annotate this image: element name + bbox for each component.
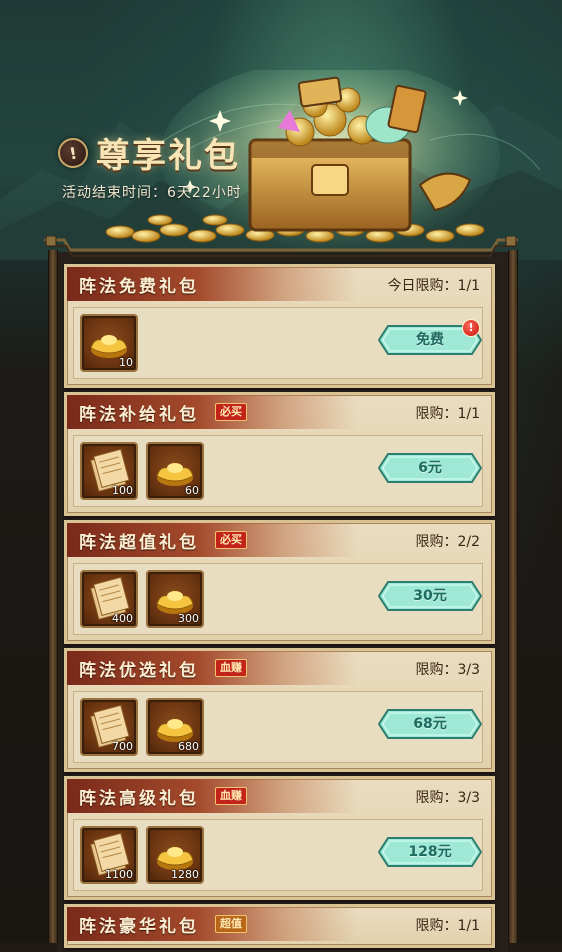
- package-name: 阵法补给礼包: [79, 405, 199, 425]
- package-card: 阵法补给礼包 必买 限购：1/1 100 60 6元: [64, 392, 495, 516]
- package-rewards: 100 60 6元: [73, 435, 483, 507]
- package-card: 阵法高级礼包 血赚 限购：3/3 1100 1280 128元: [64, 776, 495, 900]
- package-header: 阵法优选礼包 血赚 限购：3/3: [67, 651, 492, 685]
- package-rewards: 1100 1280 128元: [73, 819, 483, 891]
- package-tag: 必买: [215, 403, 247, 421]
- frame-right-border: [508, 250, 518, 943]
- buy-button[interactable]: 6元: [378, 453, 482, 483]
- notification-dot-icon: !: [462, 319, 480, 337]
- event-title: ! 尊享礼包: [55, 128, 240, 177]
- item-count: 680: [178, 740, 199, 753]
- package-name: 阵法优选礼包: [79, 661, 199, 681]
- package-header: 阵法免费礼包 今日限购：1/1: [67, 267, 492, 301]
- package-name: 阵法免费礼包: [79, 277, 199, 297]
- reward-item[interactable]: 700: [80, 698, 138, 756]
- purchase-limit: 限购：3/3: [415, 790, 480, 806]
- package-tag: 血赚: [215, 787, 247, 805]
- page-title: 尊享礼包: [96, 136, 240, 176]
- purchase-limit: 限购：2/2: [415, 534, 480, 550]
- reward-item[interactable]: 680: [146, 698, 204, 756]
- package-card: 阵法优选礼包 血赚 限购：3/3 700 680 68元: [64, 648, 495, 772]
- package-name: 阵法高级礼包: [79, 789, 199, 809]
- purchase-limit: 限购：1/1: [415, 918, 480, 934]
- package-header: 阵法超值礼包 必买 限购：2/2: [67, 523, 492, 557]
- buy-button[interactable]: 30元: [378, 581, 482, 611]
- package-name: 阵法豪华礼包: [79, 917, 199, 937]
- package-card: 阵法免费礼包 今日限购：1/1 10 免费 !: [64, 264, 495, 388]
- price-label: 68元: [413, 716, 447, 732]
- package-tag: 必买: [215, 531, 247, 549]
- item-count: 700: [112, 740, 133, 753]
- item-count: 1280: [171, 868, 199, 881]
- item-count: 300: [178, 612, 199, 625]
- item-count: 1100: [105, 868, 133, 881]
- package-card: 阵法豪华礼包 超值 限购：1/1: [64, 904, 495, 948]
- package-name: 阵法超值礼包: [79, 533, 199, 553]
- package-tag: 超值: [215, 915, 247, 933]
- frame-top-border: [44, 236, 518, 257]
- purchase-limit: 限购：3/3: [415, 662, 480, 678]
- price-label: 30元: [413, 588, 447, 604]
- buy-button[interactable]: 128元: [378, 837, 482, 867]
- package-tag: 血赚: [215, 659, 247, 677]
- reward-item[interactable]: 100: [80, 442, 138, 500]
- package-rewards: 400 300 30元: [73, 563, 483, 635]
- purchase-limit: 今日限购：1/1: [387, 278, 480, 294]
- reward-item[interactable]: 400: [80, 570, 138, 628]
- item-count: 100: [112, 484, 133, 497]
- package-header: 阵法高级礼包 血赚 限购：3/3: [67, 779, 492, 813]
- exclamation-icon: !: [55, 135, 91, 170]
- reward-item[interactable]: 1100: [80, 826, 138, 884]
- buy-button[interactable]: 68元: [378, 709, 482, 739]
- price-label: 6元: [418, 460, 442, 476]
- package-rewards: 10 免费 !: [73, 307, 483, 379]
- item-count: 60: [185, 484, 199, 497]
- package-card: 阵法超值礼包 必买 限购：2/2 400 300 30元: [64, 520, 495, 644]
- reward-item[interactable]: 10: [80, 314, 138, 372]
- price-label: 128元: [408, 844, 452, 860]
- reward-item[interactable]: 1280: [146, 826, 204, 884]
- package-header: 阵法豪华礼包 超值 限购：1/1: [67, 907, 492, 941]
- item-count: 10: [119, 356, 133, 369]
- purchase-limit: 限购：1/1: [415, 406, 480, 422]
- item-count: 400: [112, 612, 133, 625]
- reward-item[interactable]: 60: [146, 442, 204, 500]
- frame-left-border: [48, 250, 58, 943]
- reward-item[interactable]: 300: [146, 570, 204, 628]
- package-rewards: 700 680 68元: [73, 691, 483, 763]
- package-header: 阵法补给礼包 必买 限购：1/1: [67, 395, 492, 429]
- event-countdown: 活动结束时间：6天22小时: [62, 185, 242, 201]
